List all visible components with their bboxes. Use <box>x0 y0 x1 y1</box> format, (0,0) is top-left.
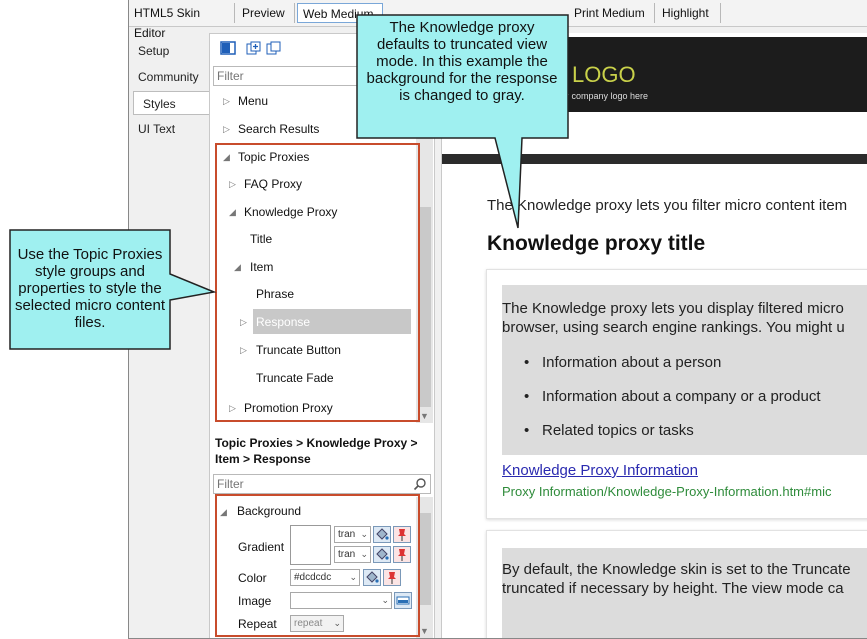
intro-paragraph: The Knowledge proxy lets you filter micr… <box>487 197 848 214</box>
tab-html5-skin-editor[interactable]: HTML5 Skin Editor <box>129 3 235 40</box>
property-filter-input[interactable] <box>214 475 400 493</box>
knowledge-proxy-title: Knowledge proxy title <box>487 232 706 255</box>
left-callout-text: Use the Topic Proxies style groups and p… <box>14 246 166 331</box>
scroll-down-icon[interactable]: ▼ <box>420 411 429 421</box>
tree-highlight-outline <box>215 143 420 422</box>
knowledge-card: The Knowledge proxy lets you display fil… <box>486 269 867 519</box>
response-line-1: The Knowledge proxy lets you display fil… <box>502 300 844 317</box>
scroll-down-icon[interactable]: ▼ <box>420 626 429 636</box>
side-tab-ui-text[interactable]: UI Text <box>129 117 205 141</box>
tree-item-search-results[interactable]: Search Results <box>238 118 319 140</box>
knowledge-proxy-link[interactable]: Knowledge Proxy Information <box>502 462 698 479</box>
expand-arrow-icon[interactable]: ▷ <box>223 124 230 135</box>
preview-pane: R LOGO our company logo here Search The … <box>441 33 867 638</box>
tab-highlight[interactable]: Highlight <box>657 3 721 23</box>
knowledge-card: By default, the Knowledge skin is set to… <box>486 530 867 638</box>
logo-text: R LOGO <box>550 62 636 87</box>
knowledge-proxy-url: Proxy Information/Knowledge-Proxy-Inform… <box>502 484 832 499</box>
search-bar-bottom-band <box>442 154 867 164</box>
response-line-2: truncated if necessary by height. The vi… <box>502 580 844 597</box>
bullet-item: • <box>524 422 530 439</box>
expand-arrow-icon[interactable]: ▷ <box>223 96 230 107</box>
tree-item-menu[interactable]: Menu <box>238 90 268 112</box>
response-block: By default, the Knowledge skin is set to… <box>502 548 867 638</box>
search-icon[interactable] <box>413 477 427 491</box>
side-tab-community[interactable]: Community <box>129 65 205 89</box>
bullet-item: • <box>524 354 530 371</box>
top-callout-text: The Knowledge proxy defaults to truncate… <box>366 19 558 104</box>
style-breadcrumb: Topic Proxies > Knowledge Proxy > Item >… <box>215 436 418 466</box>
add-style-class-icon[interactable] <box>246 41 262 55</box>
copy-style-icon[interactable] <box>266 41 282 55</box>
bullet-text: Information about a person <box>542 354 722 371</box>
response-line-1: By default, the Knowledge skin is set to… <box>502 561 851 578</box>
tab-print-medium[interactable]: Print Medium <box>569 3 655 23</box>
response-line-2: browser, using search engine rankings. Y… <box>502 319 845 336</box>
bullet-text: Information about a company or a product <box>542 388 821 405</box>
property-filter-field[interactable] <box>213 474 431 494</box>
side-tab-setup[interactable]: Setup <box>129 39 205 63</box>
logo-subtext: our company logo here <box>556 91 649 101</box>
tab-preview[interactable]: Preview <box>237 3 295 23</box>
preview-search-bar[interactable]: Search <box>442 112 867 154</box>
view-toggle-icon[interactable] <box>220 41 236 55</box>
response-block: The Knowledge proxy lets you display fil… <box>502 285 867 455</box>
side-tab-styles[interactable]: Styles <box>133 91 211 115</box>
bullet-text: Related topics or tasks <box>542 422 694 439</box>
properties-highlight-outline <box>215 494 420 637</box>
search-text: Search <box>496 124 541 140</box>
bullet-item: • <box>524 388 530 405</box>
